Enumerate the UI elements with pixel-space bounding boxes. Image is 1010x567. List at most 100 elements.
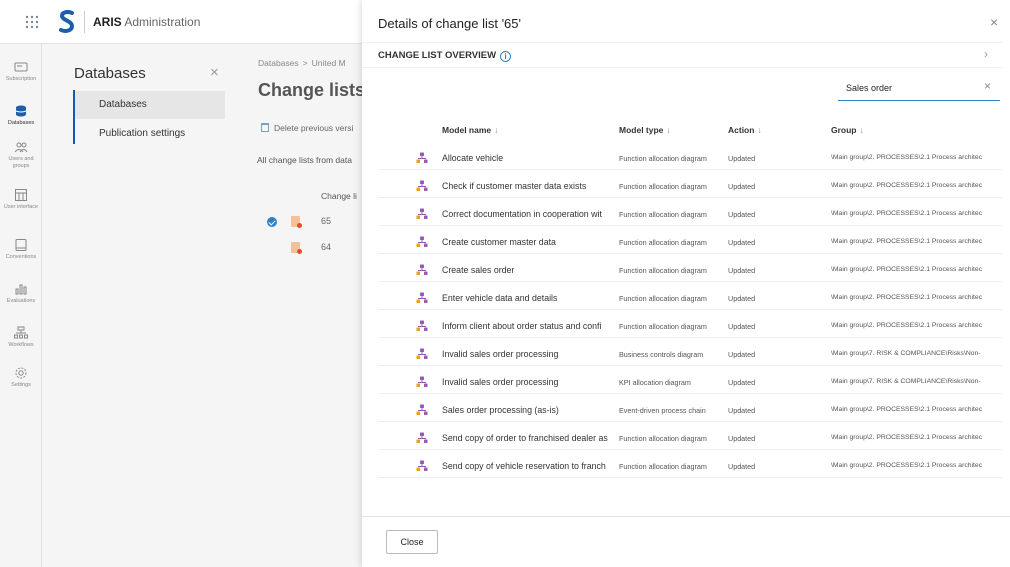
app-brand: ARIS bbox=[93, 14, 122, 29]
model-action: Updated bbox=[728, 238, 756, 247]
model-name: Enter vehicle data and details bbox=[442, 293, 558, 303]
model-icon bbox=[416, 180, 428, 191]
app-launcher-icon[interactable] bbox=[22, 12, 42, 32]
table-row[interactable]: Sales order processing (as-is) Event-driv… bbox=[378, 398, 1002, 422]
change-list-number: 65 bbox=[321, 216, 332, 226]
settings-icon bbox=[15, 367, 27, 379]
breadcrumb-item-databases[interactable]: Databases bbox=[258, 58, 299, 68]
model-action: Updated bbox=[728, 434, 756, 443]
change-list-row[interactable]: 64 bbox=[239, 236, 362, 260]
column-header-action[interactable]: Action ↓ bbox=[728, 125, 762, 135]
model-group: \Main group\2. PROCESSES\2.1 Process arc… bbox=[831, 434, 983, 441]
sort-arrow-icon: ↓ bbox=[666, 125, 671, 135]
model-action: Updated bbox=[728, 350, 756, 359]
rail-item-users-and-groups[interactable]: Users and groups bbox=[0, 140, 42, 170]
model-type: Function allocation diagram bbox=[619, 462, 707, 471]
overview-label: CHANGE LIST OVERVIEW bbox=[378, 50, 497, 61]
model-icon bbox=[416, 236, 428, 247]
delete-previous-versions-button[interactable]: Delete previous versi bbox=[261, 123, 353, 133]
model-action: Updated bbox=[728, 210, 756, 219]
rail-item-evaluations[interactable]: Evaluations bbox=[0, 282, 42, 305]
table-row[interactable]: Invalid sales order processing KPI alloca… bbox=[378, 370, 1002, 394]
change-list-column-header[interactable]: Change li bbox=[321, 191, 357, 201]
model-type: Event-driven process chain bbox=[619, 406, 706, 415]
rail-label: Subscription bbox=[5, 76, 37, 82]
model-name: Invalid sales order processing bbox=[442, 349, 559, 359]
sort-arrow-icon: ↓ bbox=[494, 125, 499, 135]
column-header-label: Model name bbox=[442, 125, 492, 135]
trash-icon bbox=[261, 123, 269, 132]
overview-heading: CHANGE LIST OVERVIEW i bbox=[378, 50, 512, 62]
chevron-right-icon[interactable]: › bbox=[984, 47, 988, 61]
table-row[interactable]: Inform client about order status and con… bbox=[378, 314, 1002, 338]
model-type: Function allocation diagram bbox=[619, 322, 707, 331]
model-group: \Main group\7. RISK & COMPLIANCE\Risks\N… bbox=[831, 350, 981, 357]
table-row[interactable]: Allocate vehicle Function allocation diag… bbox=[378, 146, 1002, 170]
table-row[interactable]: Send copy of order to franchised dealer … bbox=[378, 426, 1002, 450]
model-action: Updated bbox=[728, 322, 756, 331]
subnav-item-databases[interactable]: Databases bbox=[75, 91, 225, 119]
breadcrumb-item-database[interactable]: United M bbox=[312, 58, 346, 68]
model-icon bbox=[416, 432, 428, 443]
model-icon bbox=[416, 460, 428, 471]
databases-subnav: Databases × Databases Publication settin… bbox=[42, 44, 239, 567]
table-row[interactable]: Check if customer master data exists Func… bbox=[378, 174, 1002, 198]
change-list-overview-section[interactable]: CHANGE LIST OVERVIEW i › bbox=[362, 42, 1002, 68]
table-row[interactable]: Send copy of vehicle reservation to fran… bbox=[378, 454, 1002, 478]
change-list-details-dialog: Details of change list '65' × CHANGE LIS… bbox=[362, 0, 1010, 567]
main-content: Databases > United M Change lists Delete p… bbox=[239, 44, 362, 567]
database-icon bbox=[15, 105, 27, 117]
close-button[interactable]: Close bbox=[386, 530, 438, 554]
model-type: Function allocation diagram bbox=[619, 154, 707, 163]
dialog-footer: Close bbox=[362, 516, 1010, 567]
subnav-close-icon[interactable]: × bbox=[210, 64, 219, 81]
model-action: Updated bbox=[728, 378, 756, 387]
table-row[interactable]: Correct documentation in cooperation wit… bbox=[378, 202, 1002, 226]
table-row[interactable]: Create customer master data Function allo… bbox=[378, 230, 1002, 254]
model-action: Updated bbox=[728, 182, 756, 191]
user-interface-icon bbox=[15, 189, 27, 201]
app-subtitle: Administration bbox=[124, 14, 201, 29]
model-name: Create sales order bbox=[442, 265, 515, 275]
logo-divider bbox=[84, 10, 85, 33]
rail-item-user-interface[interactable]: User interface bbox=[0, 188, 42, 211]
rail-item-conventions[interactable]: Conventions bbox=[0, 238, 42, 261]
table-row[interactable]: Enter vehicle data and details Function a… bbox=[378, 286, 1002, 310]
model-type: Function allocation diagram bbox=[619, 210, 707, 219]
info-icon[interactable]: i bbox=[500, 51, 512, 62]
change-list-icon bbox=[291, 216, 302, 228]
table-row[interactable]: Invalid sales order processing Business c… bbox=[378, 342, 1002, 366]
rail-item-databases[interactable]: Databases bbox=[0, 104, 42, 127]
rail-label: Databases bbox=[7, 120, 35, 126]
table-row[interactable]: Create sales order Function allocation di… bbox=[378, 258, 1002, 282]
model-name: Invalid sales order processing bbox=[442, 377, 559, 387]
change-list-row[interactable]: 65 bbox=[239, 210, 362, 234]
model-name: Send copy of vehicle reservation to fran… bbox=[442, 461, 606, 471]
rail-item-settings[interactable]: Settings bbox=[0, 366, 42, 389]
table-header: Model name ↓ Model type ↓ Action ↓ Group ↓ bbox=[362, 116, 1002, 142]
model-group: \Main group\2. PROCESSES\2.1 Process arc… bbox=[831, 238, 983, 245]
subnav-item-publication-settings[interactable]: Publication settings bbox=[75, 120, 225, 148]
search-field[interactable]: × bbox=[838, 77, 1000, 101]
model-action: Updated bbox=[728, 154, 756, 163]
model-name: Inform client about order status and con… bbox=[442, 321, 602, 331]
dialog-close-icon[interactable]: × bbox=[990, 14, 998, 30]
column-header-model-name[interactable]: Model name ↓ bbox=[442, 125, 498, 135]
clear-search-icon[interactable]: × bbox=[984, 79, 991, 93]
rail-item-subscription[interactable]: Subscription bbox=[0, 60, 42, 83]
column-header-label: Group bbox=[831, 125, 857, 135]
rail-item-workflows[interactable]: Workflows bbox=[0, 326, 42, 349]
column-header-model-type[interactable]: Model type ↓ bbox=[619, 125, 671, 135]
model-group: \Main group\2. PROCESSES\2.1 Process arc… bbox=[831, 154, 983, 161]
model-name: Send copy of order to franchised dealer … bbox=[442, 433, 608, 443]
model-icon bbox=[416, 292, 428, 303]
sort-arrow-icon: ↓ bbox=[859, 125, 864, 135]
change-list-number: 64 bbox=[321, 242, 332, 252]
rail-label: Evaluations bbox=[6, 298, 36, 304]
model-type: Function allocation diagram bbox=[619, 182, 707, 191]
column-header-group[interactable]: Group ↓ bbox=[831, 125, 864, 135]
subnav-title: Databases bbox=[74, 65, 146, 82]
rail-label: Users and groups bbox=[8, 156, 34, 169]
search-input[interactable] bbox=[846, 79, 966, 97]
model-name: Check if customer master data exists bbox=[442, 181, 587, 191]
